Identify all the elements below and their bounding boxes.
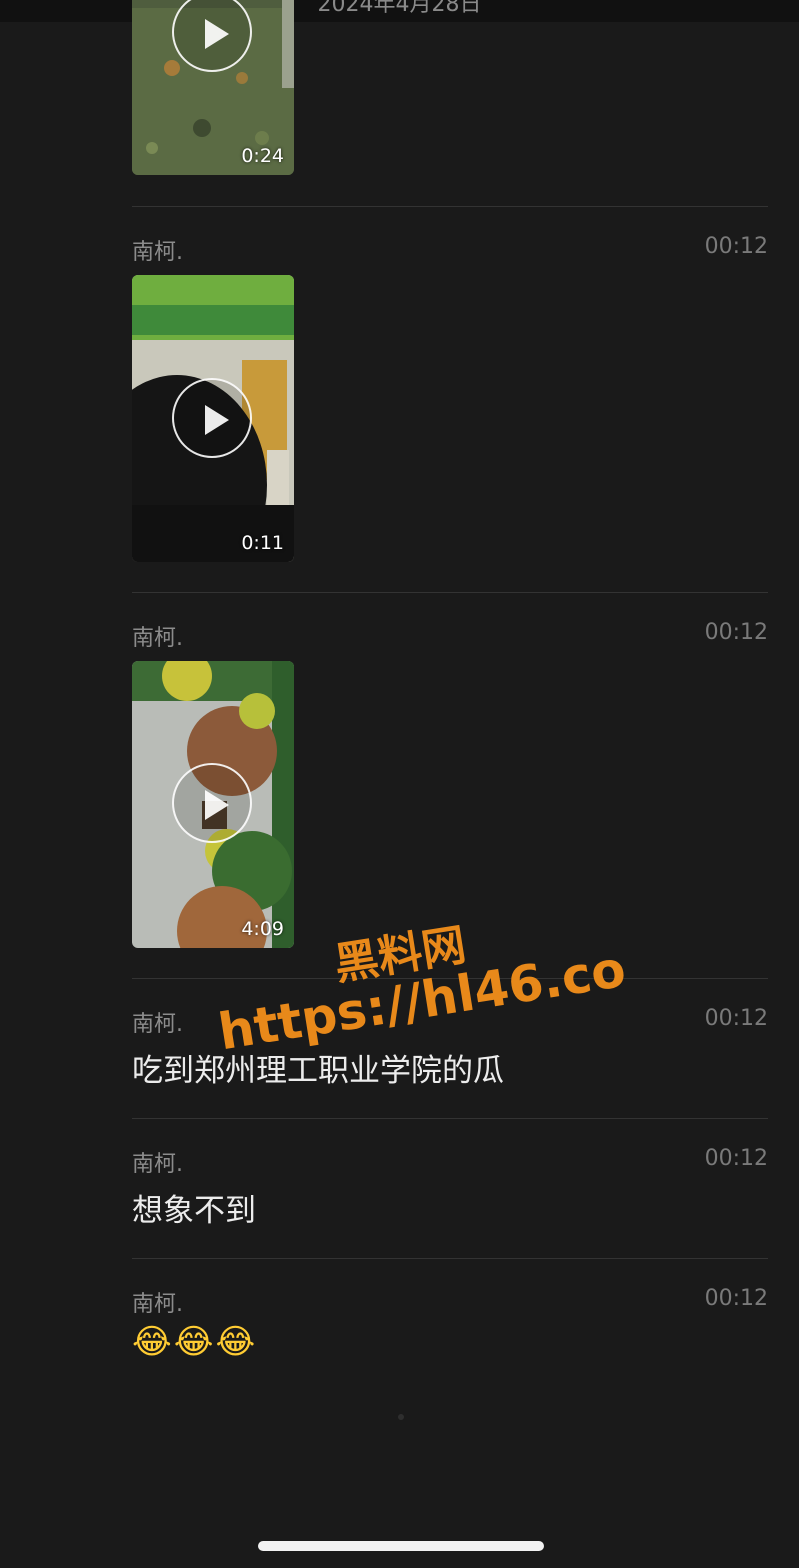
message-divider [132, 1258, 768, 1259]
video-thumbnail[interactable]: 0:11 [132, 275, 294, 562]
sender-name: 南柯. [132, 240, 183, 265]
sender-name: 南柯. [132, 626, 183, 651]
message-text: 想象不到 [132, 1193, 256, 1229]
watermark-title: 黑料网 [331, 919, 470, 991]
home-indicator[interactable] [258, 1541, 544, 1551]
video-duration: 0:24 [241, 145, 284, 167]
message-divider [132, 1118, 768, 1119]
date-label: 2024年4月28日 [317, 0, 482, 17]
message-divider [132, 978, 768, 979]
play-icon [172, 378, 252, 458]
video-thumbnail[interactable]: 0:24 [132, 0, 294, 175]
date-header: 2024年4月28日 [0, 0, 799, 22]
video-duration: 0:11 [241, 532, 284, 554]
message-time: 00:12 [704, 620, 768, 645]
message-time: 00:12 [704, 1006, 768, 1031]
message-text: 吃到郑州理工职业学院的瓜 [132, 1053, 504, 1089]
scroll-dot [398, 1414, 404, 1420]
sender-name: 南柯. [132, 1012, 183, 1037]
play-icon [172, 763, 252, 843]
sender-name: 南柯. [132, 1292, 183, 1317]
emoji-message: 😂😂😂 [132, 1322, 258, 1362]
watermark-url: https://hl46.co [214, 939, 630, 1062]
message-divider [132, 206, 768, 207]
message-divider [132, 592, 768, 593]
message-time: 00:12 [704, 234, 768, 259]
message-time: 00:12 [704, 1146, 768, 1171]
message-time: 00:12 [704, 1286, 768, 1311]
video-thumbnail[interactable]: 4:09 [132, 661, 294, 948]
video-duration: 4:09 [241, 918, 284, 940]
sender-name: 南柯. [132, 1152, 183, 1177]
